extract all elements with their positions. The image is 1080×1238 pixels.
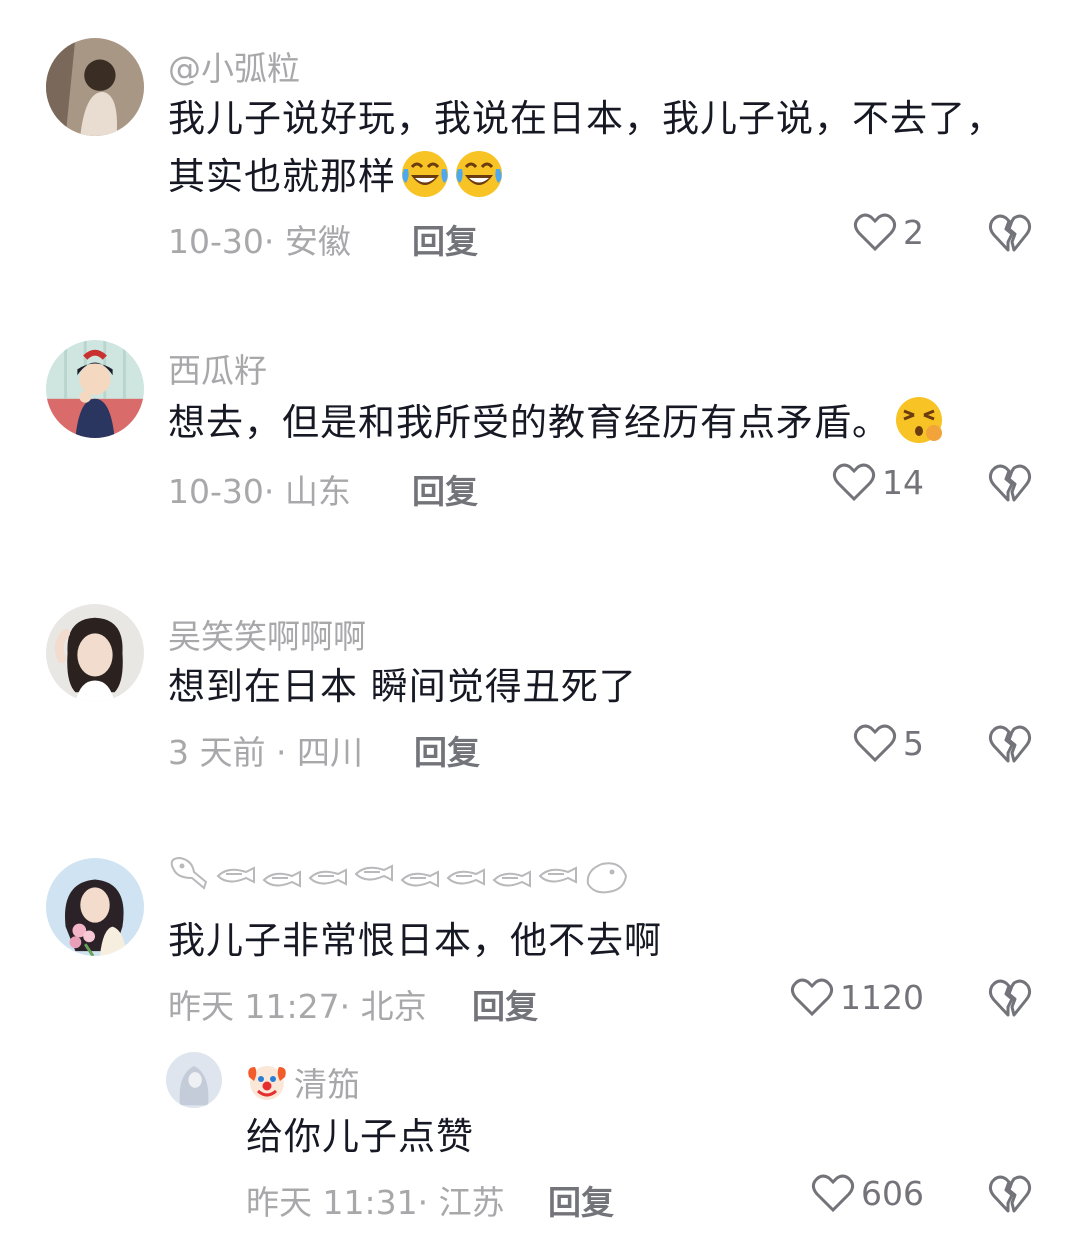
username[interactable]: @小弧粒 — [168, 42, 300, 90]
broken-heart-icon[interactable] — [988, 462, 1032, 504]
username[interactable]: 清笳 — [246, 1058, 360, 1106]
comment-text: 我儿子说好玩，我说在日本，我儿子说，不去了，其实也就那样 — [168, 90, 1028, 206]
avatar[interactable] — [46, 38, 144, 136]
like-count: 5 — [903, 723, 924, 763]
comment-text-content: 想去，但是和我所受的教育经历有点矛盾。 — [168, 401, 890, 444]
heart-icon — [811, 1174, 855, 1213]
comment-text: 给你儿子点赞 — [246, 1108, 1080, 1166]
like-button[interactable]: 2 — [853, 212, 924, 252]
comment-text: 想到在日本 瞬间觉得丑死了 — [168, 658, 1028, 716]
like-count: 2 — [903, 212, 924, 252]
username[interactable]: 吴笑笑啊啊啊 — [168, 610, 366, 658]
like-button[interactable]: 606 — [811, 1173, 924, 1213]
laughing-crying-emoji-icon — [456, 151, 502, 197]
reply-button[interactable]: 回复 — [548, 1176, 614, 1224]
broken-heart-icon[interactable] — [988, 1173, 1032, 1215]
heart-icon — [790, 978, 834, 1017]
fish-doodle-row-icon — [170, 856, 628, 894]
heart-icon — [853, 724, 897, 763]
like-button[interactable]: 14 — [832, 462, 924, 502]
like-count: 14 — [882, 462, 924, 502]
avatar[interactable] — [46, 858, 144, 956]
heart-icon — [853, 213, 897, 252]
comment-text: 我儿子非常恨日本，他不去啊 — [168, 912, 1028, 970]
comment-meta: 昨天 11:31· 江苏 — [246, 1183, 505, 1222]
comment-meta: 10-30· 山东 — [168, 472, 351, 511]
broken-heart-icon[interactable] — [988, 212, 1032, 254]
reply-button[interactable]: 回复 — [412, 465, 478, 513]
comment-text-content: 给你儿子点赞 — [246, 1115, 474, 1158]
like-count: 606 — [861, 1173, 924, 1213]
like-button[interactable]: 5 — [853, 723, 924, 763]
username[interactable]: 西瓜籽 — [168, 344, 267, 392]
clown-emoji-icon — [248, 1066, 286, 1100]
comment-text-content: 我儿子说好玩，我说在日本，我儿子说，不去了，其实也就那样 — [168, 97, 1004, 198]
avatar[interactable] — [46, 340, 144, 438]
reply-button[interactable]: 回复 — [472, 980, 538, 1028]
laughing-crying-emoji-icon — [402, 151, 448, 197]
broken-heart-icon[interactable] — [988, 723, 1032, 765]
comment-text-content: 想到在日本 瞬间觉得丑死了 — [168, 665, 637, 708]
heart-icon — [832, 463, 876, 502]
like-button[interactable]: 1120 — [790, 977, 924, 1017]
like-count: 1120 — [840, 977, 924, 1017]
comment-meta: 昨天 11:27· 北京 — [168, 987, 427, 1026]
username-text: 清笳 — [294, 1065, 360, 1104]
confused-emoji-icon — [896, 397, 942, 443]
comment-meta: 3 天前 · 四川 — [168, 733, 363, 772]
broken-heart-icon[interactable] — [988, 977, 1032, 1019]
reply-button[interactable]: 回复 — [412, 215, 478, 263]
avatar[interactable] — [166, 1052, 222, 1108]
comment-text: 想去，但是和我所受的教育经历有点矛盾。 — [168, 394, 1028, 452]
avatar[interactable] — [46, 604, 144, 702]
reply-button[interactable]: 回复 — [414, 726, 480, 774]
comment-text-content: 我儿子非常恨日本，他不去啊 — [168, 919, 662, 962]
comment-meta: 10-30· 安徽 — [168, 222, 351, 261]
